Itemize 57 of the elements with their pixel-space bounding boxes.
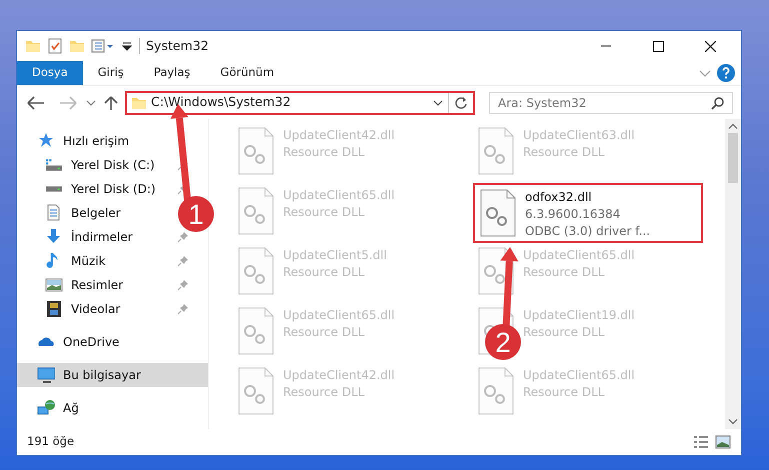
dll-file-icon (237, 307, 275, 355)
dll-file-icon (477, 367, 515, 415)
minimize-icon (601, 45, 611, 47)
address-bar[interactable]: C:\Windows\System32 (125, 90, 475, 114)
star-icon (37, 132, 55, 150)
picture-icon (45, 276, 63, 294)
film-icon (45, 300, 63, 318)
close-icon (704, 40, 716, 52)
network-icon (37, 399, 55, 417)
ribbon-tab[interactable]: Dosya (17, 61, 83, 85)
window-title: System32 (146, 36, 209, 55)
dll-file-icon (237, 367, 275, 415)
sidebar-item[interactable]: Bu bilgisayar (17, 363, 208, 387)
sidebar-item[interactable]: Videolar (17, 297, 126, 321)
ribbon-tab[interactable]: Görünüm (205, 61, 290, 85)
sidebar-item[interactable]: İndirmeler (17, 225, 139, 249)
sidebar-item[interactable]: OneDrive (17, 330, 208, 354)
sidebar-item[interactable]: Yerel Disk (C:) (17, 153, 161, 177)
scroll-down-icon[interactable] (728, 419, 738, 425)
ribbon-tab[interactable]: Giriş (82, 61, 139, 85)
maximize-icon (652, 40, 664, 52)
sidebar-item[interactable]: Müzik (17, 249, 112, 273)
search-field[interactable]: Ara: System32 (489, 92, 733, 114)
folder-icon (25, 38, 41, 54)
dll-file-icon (237, 187, 275, 235)
sidebar-item[interactable]: Ağ (17, 396, 208, 420)
refresh-icon[interactable] (453, 94, 469, 110)
step-badge: 1 (178, 196, 214, 232)
scrollbar-thumb[interactable] (728, 133, 738, 183)
sidebar-item[interactable]: Yerel Disk (D:) (17, 177, 162, 201)
details-view-icon[interactable] (693, 435, 709, 449)
dll-file-icon (237, 247, 275, 295)
dll-file-icon (479, 189, 517, 237)
up-icon[interactable] (103, 94, 119, 110)
computer-icon (37, 366, 55, 384)
pin-icon[interactable] (177, 255, 189, 267)
search-icon[interactable] (711, 96, 725, 110)
scroll-up-icon[interactable] (728, 123, 738, 129)
drive-icon (45, 156, 63, 174)
properties-icon[interactable] (47, 38, 63, 54)
sidebar-item[interactable]: Resimler (17, 273, 130, 297)
pin-icon[interactable] (177, 279, 189, 291)
help-icon[interactable] (715, 61, 737, 85)
sidebar-item[interactable]: Hızlı erişim (17, 129, 208, 153)
view-dropdown-icon[interactable] (91, 38, 115, 54)
large-icons-view-icon[interactable] (715, 435, 731, 449)
ribbon-tab[interactable]: Paylaş (138, 61, 206, 85)
dll-file-icon (237, 127, 275, 175)
pin-icon[interactable] (177, 303, 189, 315)
step-badge: 2 (485, 324, 521, 360)
sidebar-item[interactable]: Belgeler (17, 201, 127, 225)
pin-icon[interactable] (177, 231, 189, 243)
dll-file-icon (477, 247, 515, 295)
scrollbar[interactable] (725, 119, 741, 429)
item-count: 191 öğe (27, 433, 74, 450)
dll-file-icon (477, 127, 515, 175)
file-item[interactable]: odfox32.dll 6.3.9600.16384 ODBC (3.0) driver f... (473, 183, 703, 243)
